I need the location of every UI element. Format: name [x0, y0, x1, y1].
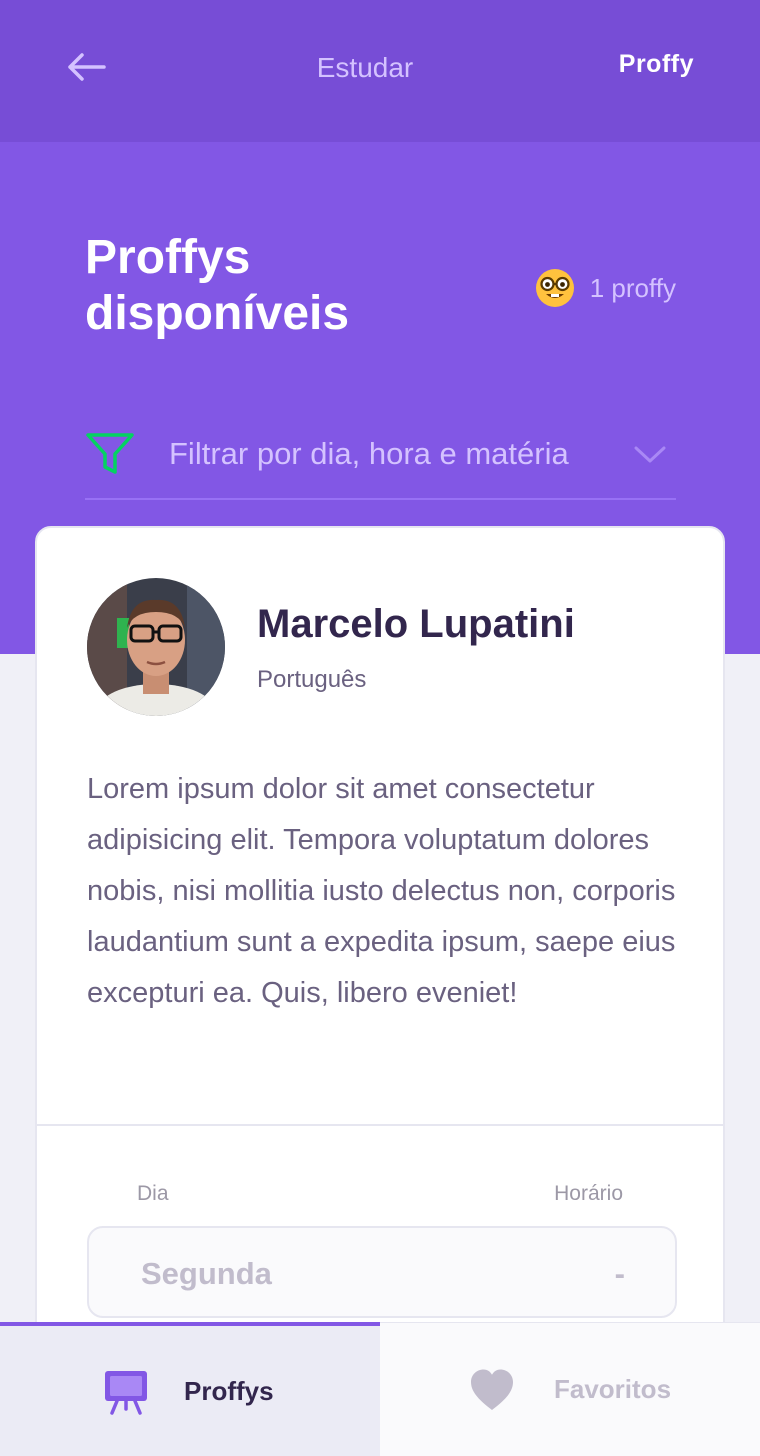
schedule-row: Segunda -	[87, 1226, 677, 1318]
filter-icon	[86, 433, 134, 474]
arrow-left-icon	[68, 53, 106, 81]
card-divider	[37, 1124, 723, 1126]
proffy-count: 1 proffy	[534, 266, 676, 310]
schedule-hour: -	[614, 1256, 625, 1291]
teacher-photo	[87, 578, 225, 716]
top-bar-title: Estudar	[316, 52, 414, 83]
tab-favoritos-label: Favoritos	[554, 1374, 672, 1404]
tab-proffys[interactable]: Proffys	[0, 1322, 380, 1456]
brand-logo: Proffy	[618, 50, 694, 78]
teacher-card: Marcelo Lupatini Português Lorem ipsum d…	[35, 526, 725, 1356]
back-button[interactable]	[62, 44, 112, 90]
bottom-tab-bar: Proffys Favoritos	[0, 1322, 760, 1456]
easel-icon	[105, 1371, 147, 1415]
page-title: Proffys disponíveis	[85, 231, 350, 340]
nerd-face-icon	[535, 269, 574, 307]
top-bar: Estudar Proffy	[0, 0, 760, 142]
schedule-day-label: Dia	[137, 1182, 169, 1205]
tab-favoritos[interactable]: Favoritos	[380, 1322, 760, 1456]
heart-icon	[471, 1369, 513, 1410]
filter-toggle[interactable]: Filtrar por dia, hora e matéria	[85, 410, 676, 500]
tab-proffys-label: Proffys	[184, 1375, 274, 1406]
schedule-hour-label: Horário	[554, 1182, 623, 1205]
teacher-subject: Português	[257, 666, 367, 693]
teacher-bio: Lorem ipsum dolor sit amet consectetur a…	[87, 773, 676, 1009]
schedule-day: Segunda	[141, 1256, 272, 1291]
chevron-down-icon	[634, 446, 666, 463]
teacher-name: Marcelo Lupatini	[257, 602, 575, 646]
filter-label: Filtrar por dia, hora e matéria	[169, 436, 569, 471]
avatar	[87, 578, 225, 716]
proffy-count-label: 1 proffy	[589, 272, 676, 303]
